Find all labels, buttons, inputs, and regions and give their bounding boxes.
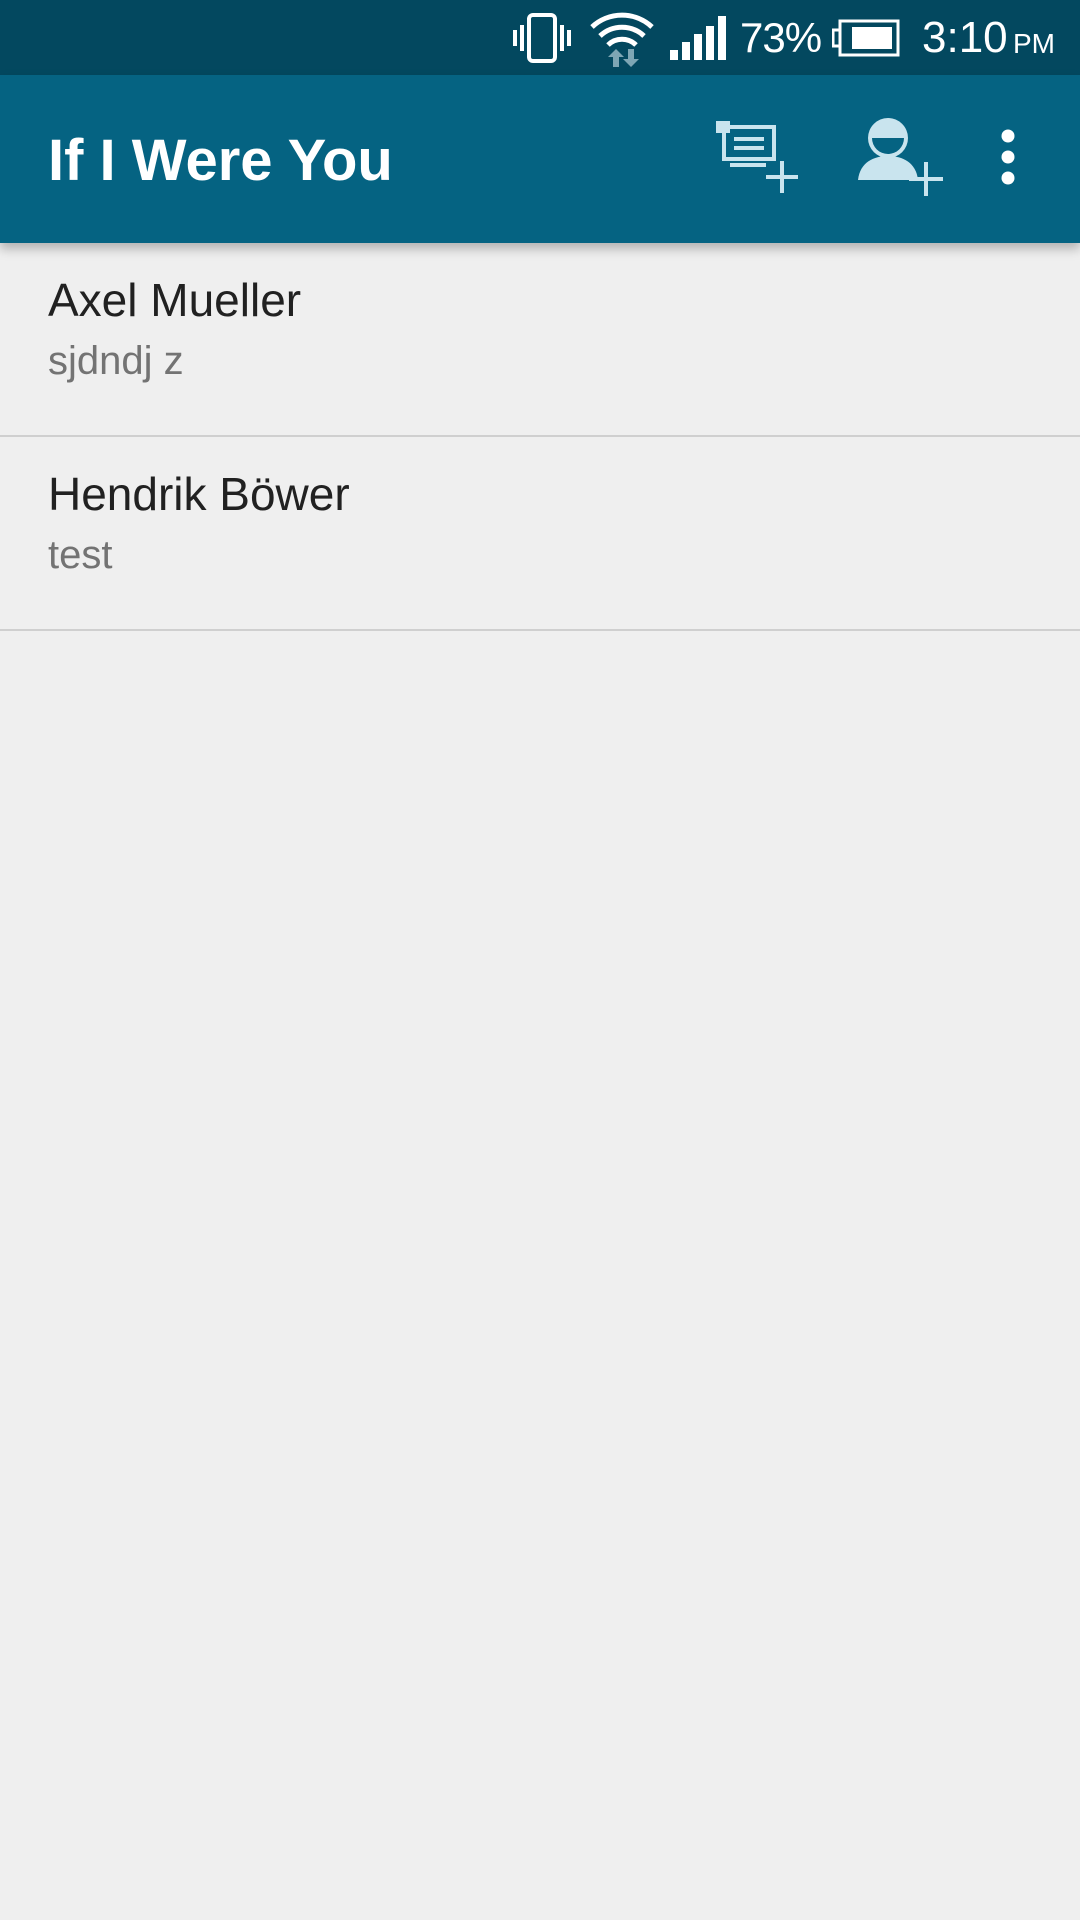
item-subtitle: test	[48, 533, 113, 577]
page-title: If I Were You	[48, 128, 393, 193]
list-item[interactable]: Hendrik Böwer test	[0, 437, 1080, 631]
item-name: Hendrik Böwer	[48, 468, 350, 520]
vibrate-icon	[512, 0, 572, 75]
add-group-icon	[712, 117, 804, 202]
add-person-button[interactable]	[852, 111, 948, 207]
wifi-icon	[588, 0, 656, 75]
add-person-icon	[854, 116, 946, 203]
battery-percent: 73%	[740, 14, 822, 61]
battery-icon	[832, 0, 902, 75]
cell-signal-icon	[668, 0, 728, 75]
clock-time: 3:10	[922, 13, 1008, 62]
add-group-button[interactable]	[710, 111, 806, 207]
item-name: Axel Mueller	[48, 274, 302, 326]
clock-ampm: PM	[1013, 28, 1055, 59]
app-bar: If I Were You	[0, 75, 1080, 243]
status-bar: 73% 3:10 PM	[0, 0, 1080, 75]
list-item[interactable]: Axel Mueller sjdndj z	[0, 243, 1080, 437]
overflow-menu-icon	[998, 129, 1018, 190]
overflow-menu-button[interactable]	[960, 111, 1056, 207]
person-list: Axel Mueller sjdndj z Hendrik Böwer test	[0, 243, 1080, 631]
item-subtitle: sjdndj z	[48, 339, 184, 383]
